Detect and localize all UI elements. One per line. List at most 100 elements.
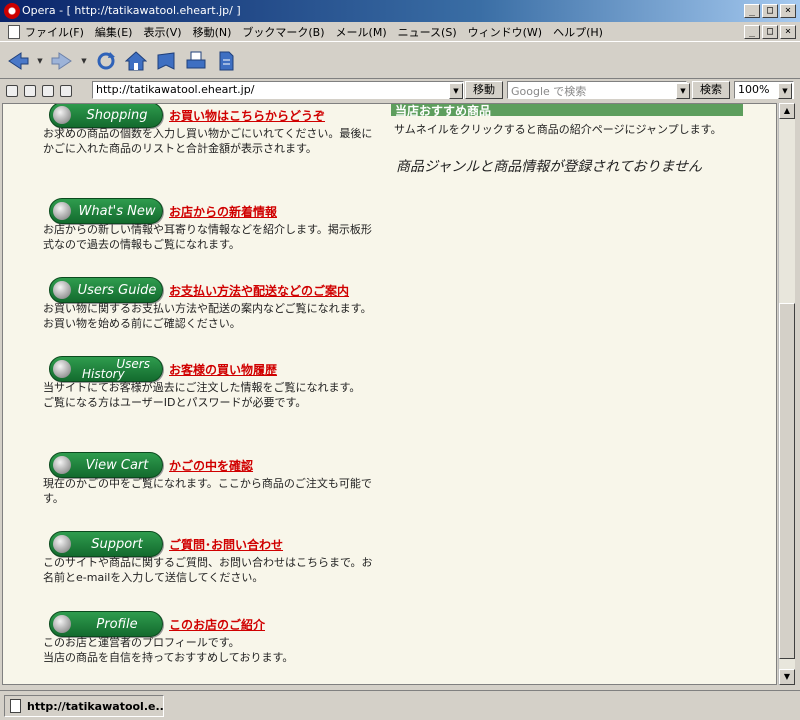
back-arrow-icon <box>8 51 29 70</box>
minimize-button[interactable]: _ <box>744 4 760 18</box>
bookmark-icon <box>157 51 175 70</box>
window-title: Opera - [ http://tatikawatool.eheart.jp/… <box>22 4 241 17</box>
home-icon <box>125 50 147 70</box>
address-input[interactable]: http://tatikawatool.eheart.jp/ <box>92 81 464 99</box>
shopping-button-label: Shopping <box>86 108 148 123</box>
search-button[interactable]: 検索 <box>692 81 730 99</box>
users-history-description: 当サイトにてお客様が過去にご注文した情報をご覧になれます。 ご覧になる方はユーザ… <box>43 380 378 410</box>
menu-help[interactable]: ヘルプ(H) <box>553 24 603 40</box>
status-url-text: http://tatikawatool.e... <box>27 700 164 713</box>
new-page-button[interactable] <box>214 49 238 73</box>
shopping-link[interactable]: お買い物はこちらからどうぞ <box>169 107 325 124</box>
menu-mail[interactable]: メール(M) <box>336 24 387 40</box>
users-guide-button[interactable]: Users Guide <box>49 277 163 303</box>
home-button[interactable] <box>124 49 148 73</box>
support-button[interactable]: Support <box>49 531 163 557</box>
menu-window[interactable]: ウィンドウ(W) <box>468 24 542 40</box>
view-cart-description: 現在のかごの中をご覧になれます。ここから商品のご注文も可能です。 <box>43 477 372 505</box>
button-knob-icon <box>53 615 71 633</box>
address-toolbar: http://tatikawatool.eheart.jp/ ▼ 移動 Goog… <box>0 80 800 102</box>
users-history-desc-line1: 当サイトにてお客様が過去にご注文した情報をご覧になれます。 <box>43 381 361 394</box>
address-dropdown-button[interactable]: ▼ <box>449 83 463 99</box>
whats-new-link[interactable]: お店からの新着情報 <box>169 203 277 220</box>
section-header: View Cart かごの中を確認 <box>49 452 253 478</box>
support-description: このサイトや商品に関するご質問、お問い合わせはこちらまで。お名前とe-mailを… <box>43 556 373 584</box>
shopping-button[interactable]: Shopping <box>49 104 163 128</box>
recommend-heading: 当店おすすめ商品 <box>391 104 743 116</box>
whats-new-description: お店からの新しい情報や耳寄りな情報などを紹介します。掲示板形式なので過去の情報も… <box>43 223 372 251</box>
profile-button[interactable]: Profile <box>49 611 163 637</box>
button-knob-icon <box>53 456 71 474</box>
window-controls: _ □ × <box>744 4 796 18</box>
reload-button[interactable] <box>94 49 118 73</box>
print-button[interactable] <box>184 49 208 73</box>
user-icon[interactable] <box>60 85 72 97</box>
profile-desc-line2: 当店の商品を自信を持っておすすめしております。 <box>43 651 294 664</box>
users-guide-button-label: Users Guide <box>77 283 157 298</box>
scroll-thumb[interactable] <box>779 303 795 659</box>
view-cart-link[interactable]: かごの中を確認 <box>169 457 253 474</box>
doc-minimize-button[interactable]: _ <box>744 25 760 39</box>
document-window-controls: _ □ × <box>744 25 796 39</box>
menu-view[interactable]: 表示(V) <box>143 24 181 40</box>
button-knob-icon <box>53 360 71 378</box>
whats-new-button-label: What's New <box>78 204 156 219</box>
document-info-icon[interactable] <box>42 85 54 97</box>
forward-button[interactable] <box>50 49 74 73</box>
menu-edit[interactable]: 編集(E) <box>95 24 133 40</box>
search-engine-dropdown[interactable]: ▼ <box>676 83 690 99</box>
doc-close-button[interactable]: × <box>780 25 796 39</box>
section-header: Profile このお店のご紹介 <box>49 611 265 637</box>
users-history-link[interactable]: お客様の買い物履歴 <box>169 361 277 378</box>
menu-news[interactable]: ニュース(S) <box>398 24 457 40</box>
back-button[interactable] <box>6 49 30 73</box>
button-knob-icon <box>53 281 71 299</box>
section-header: Shopping お買い物はこちらからどうぞ <box>49 104 325 128</box>
scroll-down-arrow-icon[interactable]: ▼ <box>779 669 795 685</box>
view-cart-button-label: View Cart <box>85 458 149 473</box>
hotlist-button[interactable] <box>154 49 178 73</box>
page-icon <box>219 51 234 70</box>
close-button[interactable]: × <box>780 4 796 18</box>
page-content: Shopping お買い物はこちらからどうぞ お求めの商品の個数を入力し買い物か… <box>2 103 777 685</box>
whats-new-button[interactable]: What's New <box>49 198 163 224</box>
users-guide-link[interactable]: お支払い方法や配送などのご案内 <box>169 282 349 299</box>
section-header: Users History お客様の買い物履歴 <box>49 356 277 382</box>
support-button-label: Support <box>91 537 143 552</box>
forward-history-dropdown[interactable]: ▼ <box>80 49 88 73</box>
recommend-description: サムネイルをクリックすると商品の紹介ページにジャンプします。 <box>394 123 722 136</box>
status-bar: http://tatikawatool.e... <box>0 690 800 720</box>
profile-link[interactable]: このお店のご紹介 <box>169 616 265 633</box>
maximize-button[interactable]: □ <box>762 4 778 18</box>
button-knob-icon <box>53 535 71 553</box>
menu-file[interactable]: ファイル(F) <box>25 24 84 40</box>
users-guide-description: お買い物に関するお支払い方法や配送の案内などご覧になれます。お買い物を始める前に… <box>43 302 372 330</box>
section-header: Users Guide お支払い方法や配送などのご案内 <box>49 277 349 303</box>
shopping-description: お求めの商品の個数を入力し買い物かごにいれてください。最後にかごに入れた商品のリ… <box>43 127 373 155</box>
profile-description: このお店と運営者のプロフィールです。 当店の商品を自信を持っておすすめしておりま… <box>43 635 378 665</box>
back-history-dropdown[interactable]: ▼ <box>36 49 44 73</box>
document-icon <box>8 24 20 39</box>
menu-bar: ファイル(F) 編集(E) 表示(V) 移動(N) ブックマーク(B) メール(… <box>0 22 800 42</box>
profile-desc-line1: このお店と運営者のプロフィールです。 <box>43 636 240 649</box>
recommend-empty-message: 商品ジャンルと商品情報が登録されておりません <box>396 159 703 175</box>
scroll-up-arrow-icon[interactable]: ▲ <box>779 103 795 119</box>
zoom-dropdown-button[interactable]: ▼ <box>778 83 792 99</box>
search-input[interactable]: Google で検索 <box>507 81 687 99</box>
forward-arrow-icon <box>51 51 72 70</box>
cookie-icon[interactable] <box>24 85 36 97</box>
users-history-desc-line2: ご覧になる方はユーザーIDとパスワードが必要です。 <box>43 396 307 409</box>
profile-button-label: Profile <box>96 617 138 632</box>
view-cart-button[interactable]: View Cart <box>49 452 163 478</box>
users-history-button[interactable]: Users History <box>49 356 163 382</box>
status-url: http://tatikawatool.e... <box>4 695 164 717</box>
lock-icon[interactable] <box>6 85 18 97</box>
doc-restore-button[interactable]: □ <box>762 25 778 39</box>
go-button[interactable]: 移動 <box>465 81 503 99</box>
menu-navigate[interactable]: 移動(N) <box>193 24 232 40</box>
vertical-scrollbar[interactable]: ▲ ▼ <box>778 103 795 685</box>
support-link[interactable]: ご質問･お問い合わせ <box>169 536 283 553</box>
button-knob-icon <box>53 202 71 220</box>
section-header: Support ご質問･お問い合わせ <box>49 531 283 557</box>
menu-bookmarks[interactable]: ブックマーク(B) <box>242 24 324 40</box>
